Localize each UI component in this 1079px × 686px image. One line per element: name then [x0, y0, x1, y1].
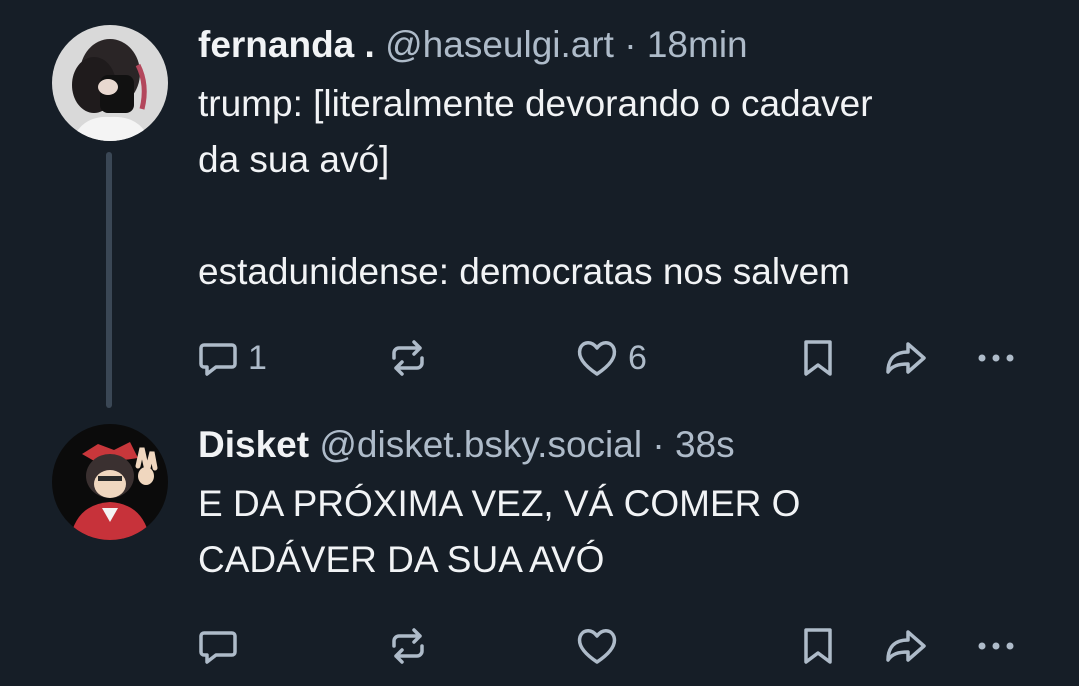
display-name[interactable]: Disket — [198, 424, 309, 465]
like-icon — [577, 629, 617, 664]
more-icon — [978, 354, 1014, 362]
share-icon — [886, 630, 926, 662]
handle[interactable]: @haseulgi.art — [385, 24, 614, 65]
post-text-line: trump: [literalmente devorando o cadaver — [198, 83, 873, 124]
avatar-disket[interactable] — [52, 424, 168, 540]
post-actions — [196, 622, 1023, 670]
timestamp[interactable]: 38s — [675, 424, 735, 465]
repost-icon — [392, 628, 424, 664]
share-button[interactable] — [882, 622, 930, 670]
reply-count: 1 — [248, 338, 267, 377]
reply-icon — [199, 343, 237, 376]
separator: · — [624, 24, 637, 65]
more-button[interactable] — [972, 622, 1020, 670]
post-text-line: E DA PRÓXIMA VEZ, VÁ COMER O — [198, 483, 801, 524]
repost-button[interactable] — [386, 334, 430, 382]
post-text-line: estadunidense: democratas nos salvem — [198, 251, 850, 292]
separator: · — [652, 424, 665, 465]
like-button[interactable]: 6 — [574, 334, 647, 382]
post-text-line: da sua avó] — [198, 139, 390, 180]
post-fernanda[interactable]: fernanda . @haseulgi.art · 18min trump: … — [0, 0, 1079, 408]
avatar-fernanda[interactable] — [52, 25, 168, 141]
like-icon — [577, 341, 617, 376]
reply-button[interactable] — [196, 622, 248, 670]
bookmark-icon — [804, 628, 832, 664]
post-text-line: CADÁVER DA SUA AVÓ — [198, 539, 605, 580]
share-icon — [886, 342, 926, 374]
handle[interactable]: @disket.bsky.social — [319, 424, 642, 465]
more-button[interactable] — [972, 334, 1020, 382]
reply-button[interactable]: 1 — [196, 334, 267, 382]
post-header: fernanda . @haseulgi.art · 18min — [198, 22, 1039, 68]
bookmark-icon — [804, 340, 832, 376]
like-button[interactable] — [574, 622, 628, 670]
share-button[interactable] — [882, 334, 930, 382]
post-text: trump: [literalmente devorando o cadaver… — [198, 76, 1039, 300]
display-name[interactable]: fernanda . — [198, 24, 375, 65]
repost-button[interactable] — [386, 622, 430, 670]
bookmark-button[interactable] — [798, 334, 838, 382]
post-disket[interactable]: Disket @disket.bsky.social · 38s E DA PR… — [0, 400, 1079, 686]
repost-icon — [392, 340, 424, 376]
post-actions: 1 6 — [196, 334, 1023, 382]
post-header: Disket @disket.bsky.social · 38s — [198, 422, 1039, 468]
like-count: 6 — [628, 338, 647, 377]
reply-icon — [199, 631, 237, 664]
post-text: E DA PRÓXIMA VEZ, VÁ COMER O CADÁVER DA … — [198, 476, 1039, 588]
bookmark-button[interactable] — [798, 622, 838, 670]
more-icon — [978, 642, 1014, 650]
thread-line — [106, 152, 112, 408]
timestamp[interactable]: 18min — [647, 24, 748, 65]
